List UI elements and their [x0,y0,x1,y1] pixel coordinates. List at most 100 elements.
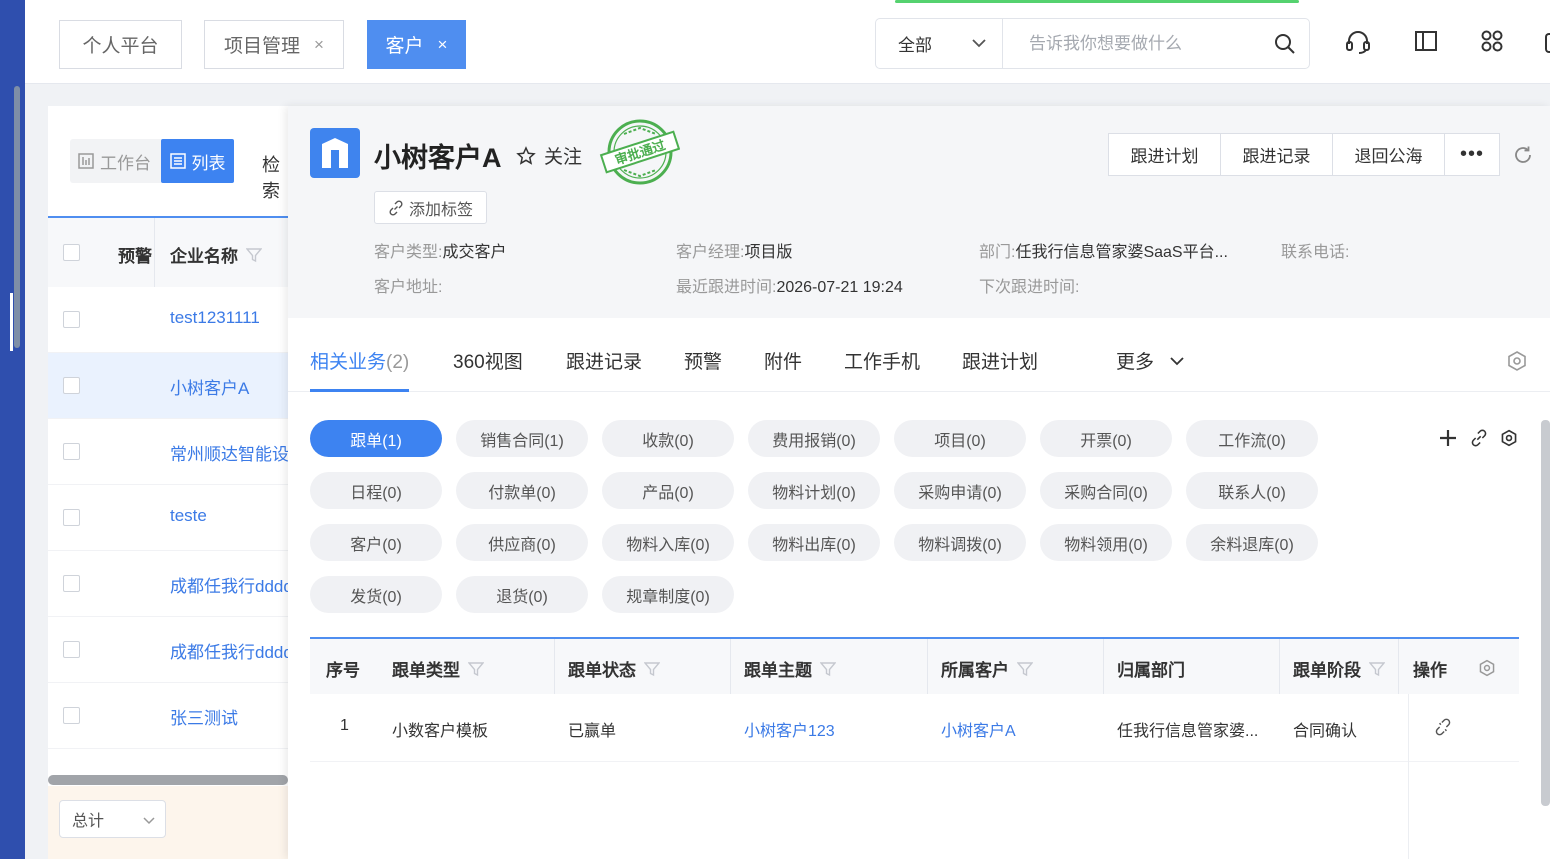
refresh-icon[interactable] [1512,144,1534,166]
company-name-link[interactable]: test1231111 [170,308,260,328]
total-select[interactable]: 总计 [59,800,166,838]
company-name-link[interactable]: 成都任我行dddd [170,638,288,663]
row-checkbox[interactable] [63,311,80,328]
user-icon-partial[interactable] [1545,33,1550,53]
tab-360-view[interactable]: 360视图 [453,347,523,374]
company-name-link[interactable]: teste [170,506,207,526]
row-checkbox[interactable] [63,443,80,460]
tab-settings-icon[interactable] [1506,350,1528,372]
tab-related-business[interactable]: 相关业务(2) [310,347,410,392]
search-filter-label[interactable]: 检索 [262,151,288,203]
category-pill[interactable]: 采购申请(0) [894,472,1026,509]
category-pill[interactable]: 采购合同(0) [1040,472,1172,509]
category-pill[interactable]: 退货(0) [456,576,588,613]
more-actions-button[interactable]: ••• [1445,134,1499,175]
headset-icon[interactable] [1345,29,1371,55]
tab-work-phone[interactable]: 工作手机 [844,347,920,374]
category-pill[interactable]: 物料领用(0) [1040,524,1172,561]
col-type[interactable]: 跟单类型 [392,656,484,681]
tab-personal-platform[interactable]: 个人平台 [59,20,182,69]
filter-icon[interactable] [1369,661,1385,677]
category-pill[interactable]: 日程(0) [310,472,442,509]
tab-follow-plan[interactable]: 跟进计划 [962,347,1038,374]
filter-icon[interactable] [246,247,262,263]
table-row[interactable]: 1 小数客户模板 已赢单 小树客户123 小树客户A 任我行信息管家婆... 合… [310,694,1519,762]
category-pill[interactable]: 供应商(0) [456,524,588,561]
tab-follow-record[interactable]: 跟进记录 [566,347,642,374]
filter-icon[interactable] [644,661,660,677]
list-item[interactable]: 小树客户A [48,353,288,419]
cell-subject-link[interactable]: 小树客户123 [744,717,835,741]
row-checkbox[interactable] [63,377,80,394]
list-item[interactable]: 张三测试 [48,683,288,749]
link-icon[interactable] [1470,429,1488,447]
column-warning[interactable]: 预警 [118,242,152,267]
category-pill[interactable]: 开票(0) [1040,420,1172,457]
category-pill[interactable]: 工作流(0) [1186,420,1318,457]
horizontal-scrollbar[interactable] [48,775,288,785]
company-name-link[interactable]: 小树客户A [170,374,249,399]
close-icon[interactable]: × [314,35,324,55]
category-pill[interactable]: 产品(0) [602,472,734,509]
company-name-link[interactable]: 常州顺达智能设备 [170,440,288,465]
plus-icon[interactable] [1438,428,1458,448]
left-rail-scrollbar[interactable] [14,86,20,348]
follow-plan-button[interactable]: 跟进计划 [1109,134,1221,175]
filter-icon[interactable] [820,661,836,677]
filter-icon[interactable] [468,661,484,677]
view-workbench-button[interactable]: 工作台 [78,139,151,183]
follow-record-button[interactable]: 跟进记录 [1221,134,1333,175]
company-name-link[interactable]: 张三测试 [170,704,238,729]
list-item[interactable]: 成都任我行dddd [48,617,288,683]
list-item[interactable]: 常州顺达智能设备 [48,419,288,485]
search-icon[interactable] [1273,32,1297,56]
row-checkbox[interactable] [63,509,80,526]
add-tag-button[interactable]: 添加标签 [374,191,487,224]
tab-project-management[interactable]: 项目管理 × [204,20,344,69]
column-settings-icon[interactable] [1478,659,1496,677]
category-pill[interactable]: 联系人(0) [1186,472,1318,509]
tab-more[interactable]: 更多 [1116,347,1186,374]
list-item[interactable]: test1231111 [48,287,288,353]
category-pill[interactable]: 物料计划(0) [748,472,880,509]
search-input[interactable] [1003,19,1243,68]
list-item[interactable]: 成都任我行dddd [48,551,288,617]
row-checkbox[interactable] [63,707,80,724]
category-pill[interactable]: 费用报销(0) [748,420,880,457]
unlink-icon[interactable] [1434,718,1452,736]
row-checkbox[interactable] [63,575,80,592]
category-pill[interactable]: 物料调拨(0) [894,524,1026,561]
category-pill[interactable]: 物料出库(0) [748,524,880,561]
search-scope-select[interactable]: 全部 [875,18,1002,69]
cell-customer-link[interactable]: 小树客户A [941,717,1016,741]
column-company-name[interactable]: 企业名称 [170,242,262,267]
category-pill[interactable]: 跟单(1) [310,420,442,457]
filter-icon[interactable] [1017,661,1033,677]
category-pill[interactable]: 客户(0) [310,524,442,561]
col-subject[interactable]: 跟单主题 [744,656,836,681]
col-customer[interactable]: 所属客户 [941,656,1033,681]
settings-icon[interactable] [1500,429,1518,447]
list-item[interactable]: teste [48,485,288,551]
follow-button[interactable]: 关注 [516,142,582,169]
close-icon[interactable]: × [438,35,448,55]
col-stage[interactable]: 跟单阶段 [1293,656,1385,681]
category-pill[interactable]: 项目(0) [894,420,1026,457]
tab-customer[interactable]: 客户 × [367,20,466,69]
category-pill[interactable]: 规章制度(0) [602,576,734,613]
category-pill[interactable]: 余料退库(0) [1186,524,1318,561]
apps-grid-icon[interactable] [1480,29,1504,53]
company-name-link[interactable]: 成都任我行dddd [170,572,288,597]
tab-attachments[interactable]: 附件 [764,347,802,374]
category-pill[interactable]: 发货(0) [310,576,442,613]
view-list-button[interactable]: 列表 [161,139,234,183]
tab-warning[interactable]: 预警 [684,347,722,374]
col-status[interactable]: 跟单状态 [568,656,660,681]
vertical-scrollbar[interactable] [1541,420,1550,806]
category-pill[interactable]: 销售合同(1) [456,420,588,457]
select-all-checkbox[interactable] [63,244,80,261]
row-checkbox[interactable] [63,641,80,658]
return-to-pool-button[interactable]: 退回公海 [1333,134,1445,175]
category-pill[interactable]: 物料入库(0) [602,524,734,561]
category-pill[interactable]: 付款单(0) [456,472,588,509]
